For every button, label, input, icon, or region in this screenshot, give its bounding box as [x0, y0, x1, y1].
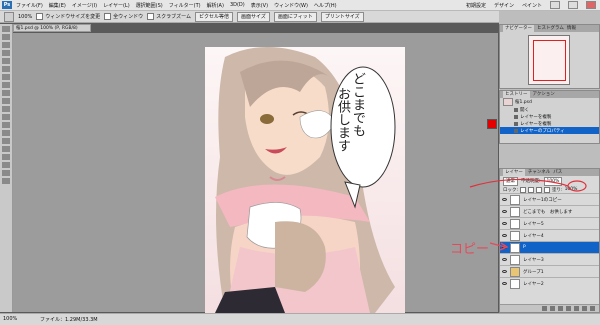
- annotation-copy-label: コピー: [450, 242, 490, 257]
- status-bar: 100% ファイル：1.29M/33.3M: [0, 313, 600, 325]
- status-zoom[interactable]: 100%: [3, 316, 17, 322]
- annotation-overlay: [469, 178, 587, 251]
- status-info: ファイル：1.29M/33.3M: [40, 317, 98, 323]
- annotation-arrow-line: [469, 178, 569, 188]
- annotation-circle: [567, 180, 587, 192]
